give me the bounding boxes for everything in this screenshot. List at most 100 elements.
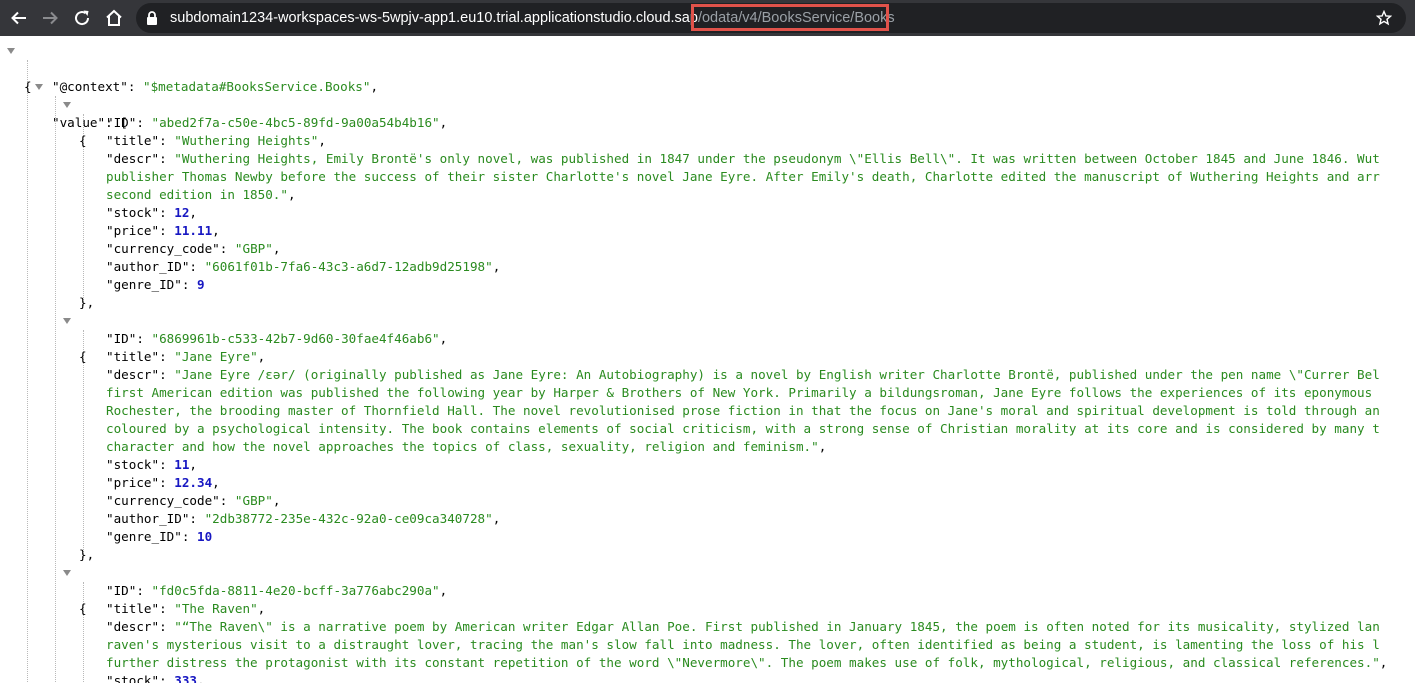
back-icon <box>11 11 26 25</box>
json-line: coloured by a psychological intensity. T… <box>0 420 1415 438</box>
json-line: "author_ID": "6061f01b-7fa6-43c3-a6d7-12… <box>106 259 501 274</box>
collapse-toggle[interactable] <box>63 102 71 108</box>
json-number: 9 <box>197 277 205 292</box>
json-number: 11 <box>174 457 190 472</box>
json-number: 333 <box>174 673 197 683</box>
json-string: "6869961b-c533-42b7-9d60-30fae4f46ab6" <box>151 331 440 346</box>
json-line: second edition in 1850.", <box>106 187 296 202</box>
json-string: coloured by a psychological intensity. T… <box>106 421 1380 436</box>
json-line: "currency_code": "GBP", <box>106 493 281 508</box>
home-icon <box>106 9 122 26</box>
json-line: { <box>0 312 1415 364</box>
json-key: "price" <box>106 475 160 490</box>
json-key: "stock" <box>106 673 160 683</box>
json-line: "title": "The Raven", <box>106 601 266 616</box>
json-line: publisher Thomas Newby before the succes… <box>0 168 1415 186</box>
json-line: "genre_ID": 9 <box>106 277 205 292</box>
json-string: "Jane Eyre" <box>174 349 258 364</box>
json-number: 11.11 <box>174 223 213 238</box>
json-string: "Jane Eyre /ɛər/ (originally published a… <box>174 367 1380 382</box>
json-string: "GBP" <box>234 241 273 256</box>
address-bar[interactable]: subdomain1234-workspaces-ws-5wpjv-app1.e… <box>136 3 1406 33</box>
json-line: "ID": "abed2f7a-c50e-4bc5-89fd-9a00a54b4… <box>106 115 448 130</box>
json-string: raven's mysterious visit to a distraught… <box>106 637 1380 652</box>
json-string: further distress the protagonist with it… <box>106 655 1380 670</box>
json-line: "stock": 11, <box>106 457 198 472</box>
json-line: "title": "Wuthering Heights", <box>106 133 326 148</box>
json-key: "title" <box>106 349 160 364</box>
url-text: subdomain1234-workspaces-ws-5wpjv-app1.e… <box>170 9 895 27</box>
json-string: second edition in 1850." <box>106 187 288 202</box>
json-string: "The Raven" <box>174 601 258 616</box>
json-line: "descr": "Jane Eyre /ɛər/ (originally pu… <box>106 367 1380 382</box>
json-line: }, <box>79 547 95 562</box>
json-key: "stock" <box>106 205 160 220</box>
json-line: "descr": "Wuthering Heights, Emily Bront… <box>106 151 1380 166</box>
json-string: Rochester, the brooding master of Thornf… <box>106 403 1380 418</box>
json-line: { <box>0 96 1415 148</box>
json-line: "price": 11.11, <box>106 223 220 238</box>
json-line: "@context": "$metadata#BooksService.Book… <box>52 79 379 94</box>
back-button[interactable] <box>8 7 30 29</box>
json-key: "ID" <box>106 331 137 346</box>
json-viewer: { "@context": "$metadata#BooksService.Bo… <box>0 36 1415 683</box>
url-path: /odata/v4/BooksService/Books <box>697 10 895 26</box>
json-string: "abed2f7a-c50e-4bc5-89fd-9a00a54b4b16" <box>151 115 440 130</box>
json-string: "6061f01b-7fa6-43c3-a6d7-12adb9d25198" <box>204 259 493 274</box>
json-line: Rochester, the brooding master of Thornf… <box>0 402 1415 420</box>
json-key: "author_ID" <box>106 511 190 526</box>
json-key: "currency_code" <box>106 493 220 508</box>
json-key: "descr" <box>106 367 160 382</box>
json-line: "ID": "fd0c5fda-8811-4e20-bcff-3a776abc2… <box>106 583 448 598</box>
collapse-toggle[interactable] <box>63 318 71 324</box>
home-button[interactable] <box>103 7 125 29</box>
json-line: "value": [ <box>0 78 1415 130</box>
reload-icon <box>75 10 90 26</box>
json-line: raven's mysterious visit to a distraught… <box>0 636 1415 654</box>
json-line: { <box>0 564 1415 616</box>
collapse-toggle[interactable] <box>63 570 71 576</box>
json-string: "GBP" <box>234 493 273 508</box>
json-line: "title": "Jane Eyre", <box>106 349 266 364</box>
json-string: first American edition was published the… <box>106 385 1373 400</box>
json-number: 12.34 <box>174 475 213 490</box>
json-string: "Wuthering Heights" <box>174 133 319 148</box>
json-key: "author_ID" <box>106 259 190 274</box>
json-string: "fd0c5fda-8811-4e20-bcff-3a776abc290a" <box>151 583 440 598</box>
json-line: "currency_code": "GBP", <box>106 241 281 256</box>
json-key: "title" <box>106 133 160 148</box>
json-line: first American edition was published the… <box>0 384 1415 402</box>
json-key: "title" <box>106 601 160 616</box>
forward-button[interactable] <box>39 7 61 29</box>
json-key: "stock" <box>106 457 160 472</box>
json-line: character and how the novel approaches t… <box>106 439 827 454</box>
json-number: 10 <box>197 529 213 544</box>
json-key: "genre_ID" <box>106 277 182 292</box>
json-string: "2db38772-235e-432c-92a0-ce09ca340728" <box>204 511 493 526</box>
collapse-toggle[interactable] <box>7 48 15 54</box>
star-icon[interactable] <box>1376 10 1392 26</box>
json-key: "ID" <box>106 583 137 598</box>
json-line: further distress the protagonist with it… <box>106 655 1388 670</box>
collapse-toggle[interactable] <box>35 84 43 90</box>
lock-icon <box>147 11 157 25</box>
json-string: "Wuthering Heights, Emily Brontë's only … <box>174 151 1380 166</box>
json-line: { <box>0 42 1415 94</box>
reload-button[interactable] <box>71 7 93 29</box>
browser-toolbar: subdomain1234-workspaces-ws-5wpjv-app1.e… <box>0 0 1415 36</box>
url-domain: subdomain1234-workspaces-ws-5wpjv-app1.e… <box>170 10 698 26</box>
json-key: "ID" <box>106 115 137 130</box>
json-key: "currency_code" <box>106 241 220 256</box>
json-line: "stock": 12, <box>106 205 198 220</box>
json-line: "stock": 333, <box>0 672 1415 683</box>
json-line: "genre_ID": 10 <box>106 529 213 544</box>
json-string: character and how the novel approaches t… <box>106 439 819 454</box>
json-key: "descr" <box>106 151 160 166</box>
json-line: }, <box>79 295 95 310</box>
json-line: "author_ID": "2db38772-235e-432c-92a0-ce… <box>106 511 501 526</box>
json-key: "price" <box>106 223 160 238</box>
json-key: "genre_ID" <box>106 529 182 544</box>
json-number: 12 <box>174 205 190 220</box>
json-key: "descr" <box>106 619 160 634</box>
json-line: "ID": "6869961b-c533-42b7-9d60-30fae4f46… <box>106 331 448 346</box>
